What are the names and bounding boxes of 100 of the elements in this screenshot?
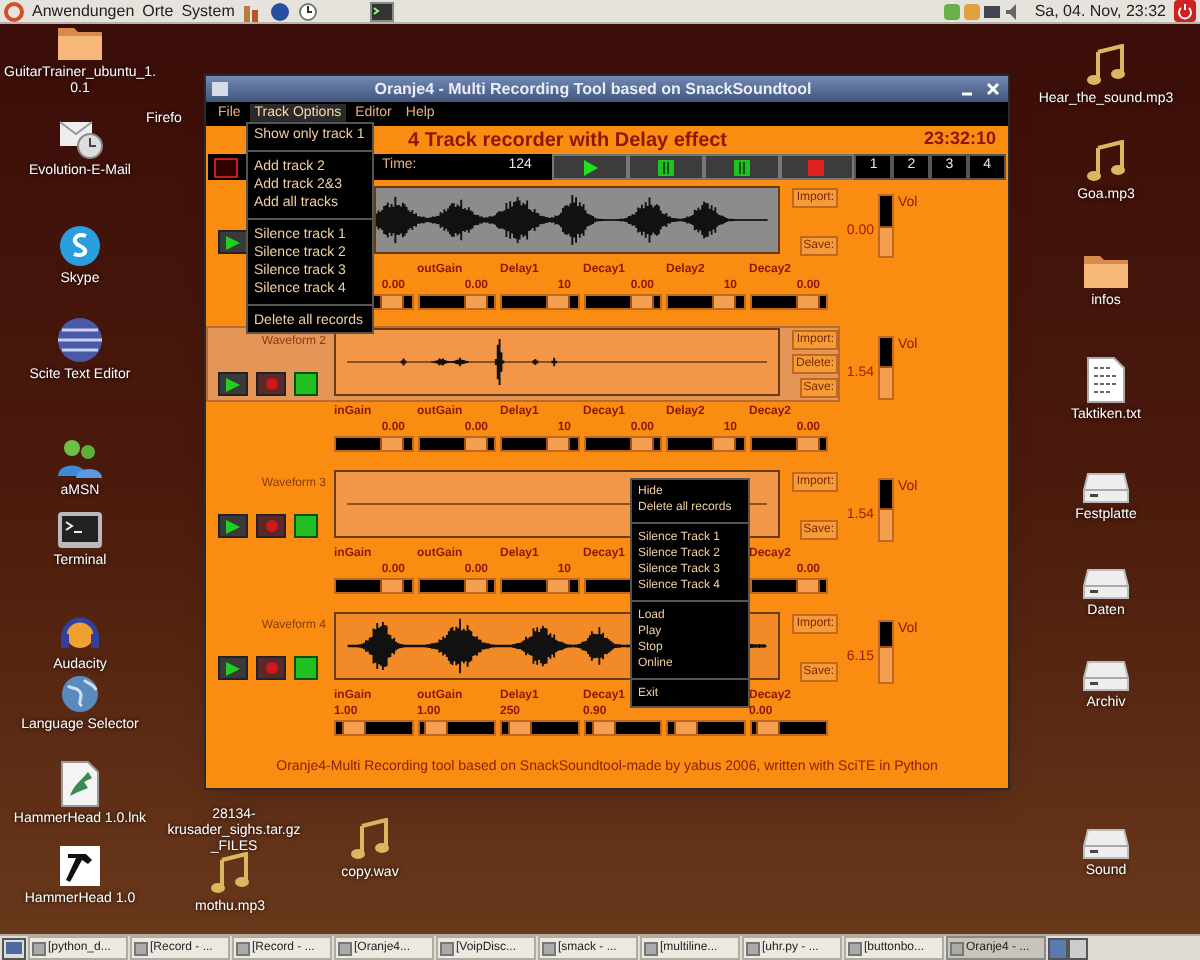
logo-icon[interactable] [4, 1, 24, 21]
volume-slider[interactable] [878, 478, 894, 542]
terminal-icon [56, 510, 104, 550]
slider-thumb[interactable] [546, 580, 571, 592]
panel-clock: Sa, 04. Nov, 23:32 [1034, 0, 1166, 23]
window-icon [338, 941, 352, 955]
drive-icon [1082, 568, 1130, 600]
slider-thumb[interactable] [592, 722, 617, 734]
drive-icon [1082, 828, 1130, 860]
slider-thumb[interactable] [795, 438, 820, 450]
terminal-icon[interactable] [370, 1, 395, 21]
slider-thumb[interactable] [629, 438, 654, 450]
folder-icon [1082, 252, 1130, 290]
window-icon [644, 941, 658, 955]
panel-menu[interactable]: Anwendungen [32, 0, 135, 23]
slider-thumb[interactable] [546, 438, 571, 450]
drive-icon [1082, 660, 1130, 692]
play-button[interactable] [218, 230, 248, 254]
pause-icon [733, 159, 750, 175]
volume-slider[interactable] [878, 336, 894, 400]
slider-track[interactable] [749, 578, 828, 594]
slider-track[interactable] [417, 720, 496, 736]
slider-thumb[interactable] [756, 722, 781, 734]
slider-track[interactable] [749, 436, 828, 452]
slider-thumb[interactable] [463, 580, 488, 592]
slider-thumb[interactable] [341, 722, 366, 734]
music-note-icon [348, 818, 392, 862]
slider-track[interactable] [417, 294, 496, 310]
slider-track[interactable] [749, 294, 828, 310]
slider-track[interactable] [583, 294, 662, 310]
slider-track[interactable] [500, 436, 579, 452]
slider-thumb[interactable] [463, 438, 488, 450]
panel-menu[interactable]: System [181, 0, 235, 23]
window-icon [440, 941, 454, 955]
slider-thumb[interactable] [380, 438, 405, 450]
slider-track[interactable] [583, 720, 662, 736]
stop-button[interactable] [779, 154, 855, 180]
slider-track[interactable] [666, 436, 745, 452]
launcher-icon[interactable] [242, 1, 263, 21]
slider-thumb[interactable] [673, 722, 698, 734]
workspace-icon[interactable] [1048, 937, 1088, 959]
close-icon[interactable] [984, 80, 1002, 98]
envelope-clock-icon [56, 116, 104, 160]
play-button[interactable] [218, 656, 248, 680]
slider-track[interactable] [666, 294, 745, 310]
slider-track[interactable] [749, 720, 828, 736]
hammer-icon [58, 844, 102, 888]
record-indicator-icon[interactable] [214, 157, 238, 177]
globe-icon [60, 674, 100, 714]
volume-slider[interactable] [878, 620, 894, 684]
slider-track[interactable] [417, 578, 496, 594]
record-icon [265, 378, 277, 390]
play-icon [226, 235, 240, 249]
slider-thumb[interactable] [507, 722, 532, 734]
slider-track[interactable] [334, 436, 413, 452]
slider-track[interactable] [500, 578, 579, 594]
slider-thumb[interactable] [795, 580, 820, 592]
pause-button[interactable] [703, 154, 780, 180]
globe-icon[interactable] [270, 1, 291, 21]
panel-menu[interactable]: Orte [142, 0, 174, 23]
slider-track[interactable] [583, 436, 662, 452]
slider-thumb[interactable] [546, 296, 571, 308]
stop-button[interactable] [294, 514, 318, 538]
window-icon [134, 941, 148, 955]
music-note-icon [1084, 44, 1128, 88]
slider-thumb[interactable] [380, 296, 405, 308]
stop-button[interactable] [294, 656, 318, 680]
play-icon [226, 377, 240, 391]
slider-track[interactable] [500, 720, 579, 736]
slider-thumb[interactable] [380, 580, 405, 592]
clock-icon[interactable] [298, 1, 319, 21]
play-button[interactable] [218, 514, 248, 538]
slider-track[interactable] [500, 294, 579, 310]
slider-track[interactable] [334, 578, 413, 594]
window-icon [848, 941, 862, 955]
power-icon[interactable] [1174, 0, 1196, 22]
slider-thumb[interactable] [463, 296, 488, 308]
slider-track[interactable] [334, 720, 413, 736]
show-desktop-icon[interactable] [2, 937, 26, 959]
play-icon [226, 661, 240, 675]
folder-icon [56, 24, 104, 62]
slider-thumb[interactable] [795, 296, 820, 308]
slider-thumb[interactable] [629, 296, 654, 308]
slider-track[interactable] [666, 720, 745, 736]
sphere-icon [56, 316, 104, 364]
window-icon [32, 941, 46, 955]
slider-track[interactable] [417, 436, 496, 452]
pause-button[interactable] [627, 154, 704, 180]
play-button[interactable] [218, 372, 248, 396]
window-icon [950, 941, 964, 955]
play-button[interactable] [552, 154, 628, 180]
slider-thumb[interactable] [712, 296, 737, 308]
stop-button[interactable] [294, 372, 318, 396]
circle-logo-icon [58, 224, 102, 268]
slider-thumb[interactable] [424, 722, 449, 734]
volume-slider[interactable] [878, 194, 894, 258]
document-icon [60, 760, 100, 808]
slider-thumb[interactable] [712, 438, 737, 450]
window-icon [542, 941, 556, 955]
play-icon [226, 519, 240, 533]
